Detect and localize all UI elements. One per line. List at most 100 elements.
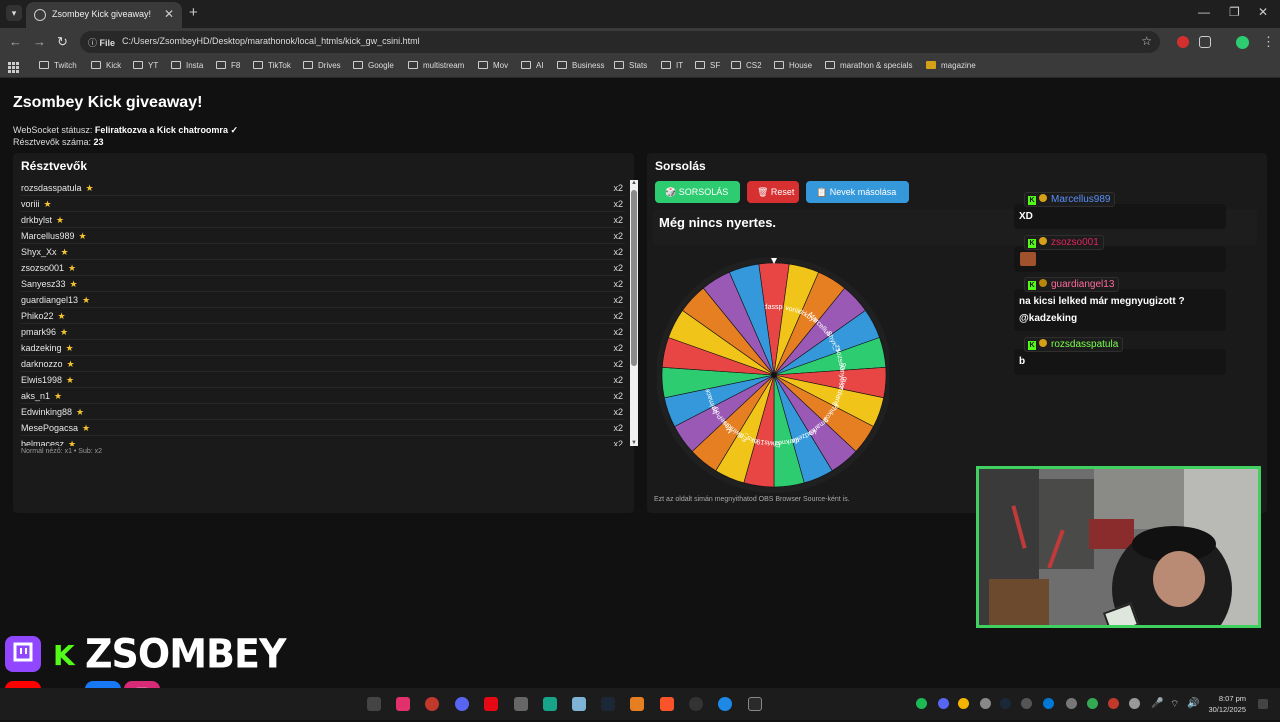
participant-row: pmark96 ★ x2 xyxy=(20,324,625,340)
participant-name: Marcellus989 ★ xyxy=(21,231,87,241)
emote-image xyxy=(1020,252,1036,266)
close-window-button[interactable]: ✕ xyxy=(1258,5,1268,19)
bookmark-cs2[interactable]: CS2 xyxy=(731,61,762,70)
tab-active[interactable]: Zsombey Kick giveaway! ✕ xyxy=(26,2,182,28)
bookmark-multistream[interactable]: multistream xyxy=(408,61,464,70)
copy-names-button[interactable]: 📋 Nevek másolása xyxy=(806,181,909,203)
profile-avatar-icon[interactable] xyxy=(1236,36,1249,49)
star-icon: ★ xyxy=(76,407,85,417)
participants-list[interactable]: rozsdasspatula ★ x2 voriii ★ x2 drkbylst ★ x2 Mar… xyxy=(20,180,625,446)
forward-button[interactable]: → xyxy=(33,34,46,49)
bookmark-it[interactable]: IT xyxy=(661,61,683,70)
bookmark-sf[interactable]: SF xyxy=(695,61,720,70)
url-field[interactable]: ⓘ File C:/Users/ZsombeyHD/Desktop/marath… xyxy=(80,31,1160,53)
bookmark-f8[interactable]: F8 xyxy=(216,61,240,70)
bookmark-drives[interactable]: Drives xyxy=(303,61,341,70)
notification-icon[interactable] xyxy=(1258,699,1268,709)
star-icon: ★ xyxy=(43,199,52,209)
microphone-icon[interactable]: 🎤 xyxy=(1151,698,1163,709)
bookmark-mov[interactable]: Mov xyxy=(478,61,508,70)
obs-icon[interactable] xyxy=(689,697,703,711)
bookmark-yt[interactable]: YT xyxy=(133,61,158,70)
multiplier-note: Normál néző: x1 • Sub: x2 xyxy=(21,448,103,455)
bookmark-twitch[interactable]: Twitch xyxy=(39,61,77,70)
clock[interactable]: 8:07 pm 30/12/2025 xyxy=(1208,693,1246,715)
bookmark-magazine[interactable]: magazine xyxy=(926,61,976,70)
epic-games-icon[interactable] xyxy=(748,697,762,711)
scroll-down-icon[interactable]: ▼ xyxy=(631,440,637,446)
bookmark-tiktok[interactable]: TikTok xyxy=(253,61,291,70)
participant-name: zsozso001 ★ xyxy=(21,263,77,273)
giveaway-wheel[interactable]: rozsdasspatulavoriiidrkbylstMarcellus989… xyxy=(656,253,892,493)
twitch-logo-icon xyxy=(5,636,41,672)
star-icon: ★ xyxy=(69,279,78,289)
apps-grid-icon[interactable] xyxy=(8,62,19,73)
spotify-tray-icon[interactable] xyxy=(916,698,927,709)
folder-icon xyxy=(253,61,263,69)
taskbar-app-icon[interactable] xyxy=(718,697,732,711)
bookmark-star-icon[interactable]: ☆ xyxy=(1141,34,1152,48)
folder-icon xyxy=(303,61,313,69)
bookmark-house[interactable]: House xyxy=(774,61,812,70)
tray-icon[interactable] xyxy=(980,698,991,709)
bookmark-stats[interactable]: Stats xyxy=(614,61,647,70)
bookmark-business[interactable]: Business xyxy=(557,61,604,70)
discord-tray-icon[interactable] xyxy=(938,698,949,709)
tray-icon[interactable] xyxy=(1129,698,1140,709)
folder-icon xyxy=(774,61,784,69)
chrome-tray-icon[interactable] xyxy=(958,698,969,709)
steam-tray-icon[interactable] xyxy=(1000,698,1011,709)
new-tab-button[interactable]: + xyxy=(189,4,198,21)
extensions-puzzle-icon[interactable] xyxy=(1199,36,1211,48)
wifi-icon[interactable]: ⌔ xyxy=(1170,698,1181,710)
bookmark-kick[interactable]: Kick xyxy=(91,61,121,70)
file-info-icon[interactable]: ⓘ File xyxy=(88,36,115,49)
steam-icon[interactable] xyxy=(601,697,615,711)
brave-icon[interactable] xyxy=(660,697,674,711)
websocket-status: WebSocket státusz: Feliratkozva a Kick c… xyxy=(13,125,238,135)
reload-button[interactable]: ↻ xyxy=(57,34,68,50)
discord-icon[interactable] xyxy=(455,697,469,711)
taskbar-app-icon[interactable] xyxy=(367,697,381,711)
menu-dots-icon[interactable]: ⋮ xyxy=(1262,34,1275,50)
svg-text:K: K xyxy=(53,639,76,672)
draw-heading: Sorsolás xyxy=(655,159,706,173)
tray-icon[interactable] xyxy=(1043,698,1054,709)
extension-red-icon[interactable] xyxy=(1177,36,1189,48)
bookmark-ai[interactable]: AI xyxy=(521,61,544,70)
scroll-up-icon[interactable]: ▲ xyxy=(631,180,637,186)
tray-icon[interactable] xyxy=(1066,698,1077,709)
taskbar-app-icon[interactable] xyxy=(543,697,557,711)
tray-icon[interactable] xyxy=(1108,698,1119,709)
spin-button[interactable]: 🎲 SORSOLÁS xyxy=(655,181,740,203)
tray-icon[interactable] xyxy=(1087,698,1098,709)
bookmark-marathon[interactable]: marathon & specials xyxy=(825,61,912,70)
participant-row: zsozso001 ★ x2 xyxy=(20,260,625,276)
taskbar-app-icon[interactable] xyxy=(425,697,439,711)
participant-name: voriii ★ xyxy=(21,199,52,209)
participant-row: guardiangel13 ★ x2 xyxy=(20,292,625,308)
tab-list-button[interactable]: ▾ xyxy=(6,5,22,21)
taskbar-app-icon[interactable] xyxy=(630,697,644,711)
tab-close-icon[interactable]: ✕ xyxy=(164,7,174,21)
back-button[interactable]: ← xyxy=(9,34,22,49)
scrollbar-thumb[interactable] xyxy=(631,190,637,366)
reset-button[interactable]: 🗑 Reset xyxy=(747,181,799,203)
taskbar-app-icon[interactable] xyxy=(514,697,528,711)
minimize-button[interactable]: — xyxy=(1198,5,1210,19)
url-text[interactable]: C:/Users/ZsombeyHD/Desktop/marathonok/lo… xyxy=(122,36,420,46)
bookmark-google[interactable]: Google xyxy=(353,61,394,70)
folder-icon xyxy=(133,61,143,69)
participant-row: Edwinking88 ★ x2 xyxy=(20,404,625,420)
bookmark-insta[interactable]: Insta xyxy=(171,61,203,70)
volume-icon[interactable]: 🔊 xyxy=(1187,698,1199,709)
netflix-icon[interactable] xyxy=(484,697,498,711)
maximize-button[interactable]: ❐ xyxy=(1229,5,1240,19)
star-icon: ★ xyxy=(54,391,63,401)
taskbar-app-icon[interactable] xyxy=(396,697,410,711)
chat-text: @kadzeking xyxy=(1019,313,1078,324)
tray-icon[interactable] xyxy=(1021,698,1032,709)
taskbar-app-icon[interactable] xyxy=(572,697,586,711)
participants-scrollbar[interactable]: ▲ ▼ xyxy=(630,180,638,446)
participant-name: aks_n1 ★ xyxy=(21,391,63,401)
